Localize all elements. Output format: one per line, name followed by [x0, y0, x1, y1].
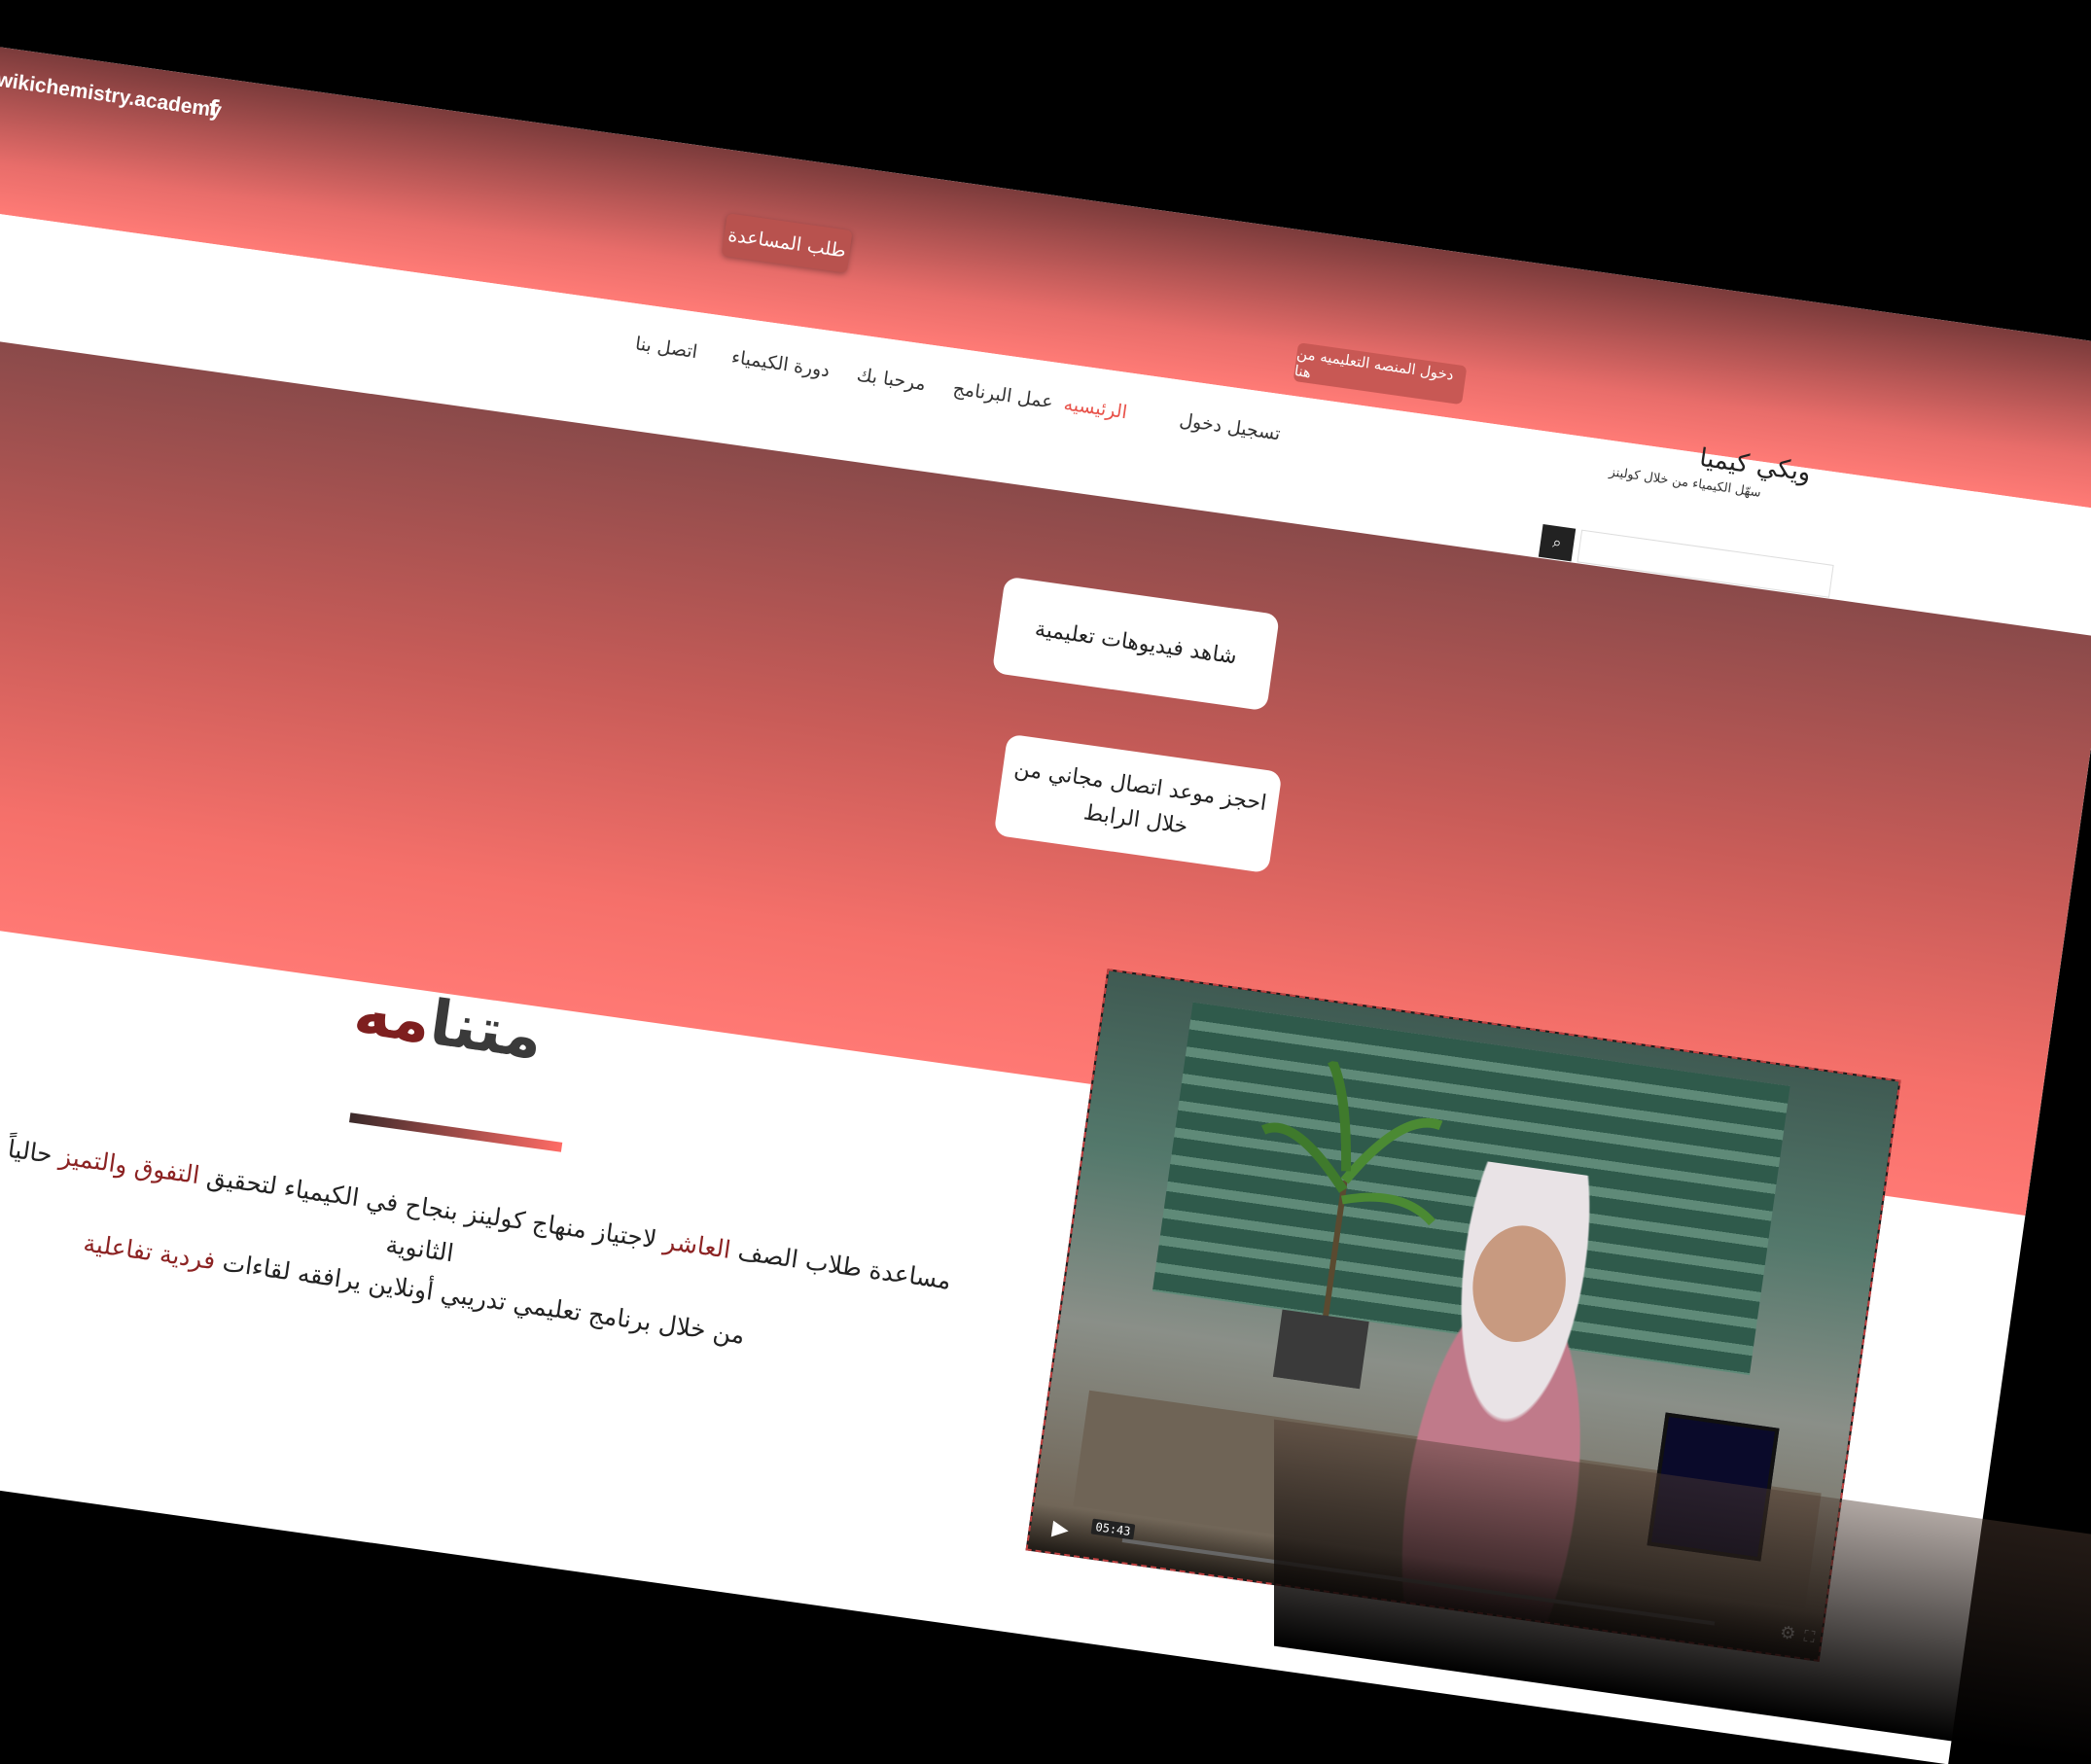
nav-how-it-works[interactable]: عمل البرنامج	[952, 377, 1055, 412]
play-icon[interactable]: ▶	[1050, 1516, 1070, 1542]
nav-chemistry-course[interactable]: دورة الكيمياء	[730, 346, 832, 381]
nav-login[interactable]: تسجيل دخول	[1178, 409, 1282, 444]
nav-home[interactable]: الرئيسيه	[1062, 393, 1128, 423]
mission-highlight: العاشر	[661, 1226, 733, 1264]
nav-welcome[interactable]: مرحبا بك	[856, 364, 928, 395]
mission-text-segment: مساعدة طلاب الصف	[728, 1236, 953, 1295]
help-request-button[interactable]: طلب المساعدة	[721, 213, 853, 273]
site-domain[interactable]: wikichemistry.academy	[0, 68, 223, 123]
video-time: 05:43	[1090, 1518, 1136, 1540]
mission-title-dark: متنا	[425, 987, 548, 1075]
search-icon[interactable]: ⌕	[1538, 524, 1577, 562]
mission-text: مساعدة طلاب الصف العاشر لاجتياز منهاج كو…	[0, 1111, 973, 1388]
watch-videos-button[interactable]: شاهد فيديوهات تعليمية	[991, 576, 1280, 712]
platform-login-button[interactable]: دخول المنصه التعليميه من هنا	[1293, 342, 1468, 406]
title-divider	[349, 1112, 563, 1152]
mission-highlight: التفوق والتميز	[57, 1142, 202, 1190]
book-call-button[interactable]: احجز موعد اتصال مجاني من خلال الرابط	[993, 733, 1283, 874]
mission-title-accent: مه	[349, 976, 436, 1059]
nav-contact[interactable]: اتصل بنا	[634, 333, 699, 363]
